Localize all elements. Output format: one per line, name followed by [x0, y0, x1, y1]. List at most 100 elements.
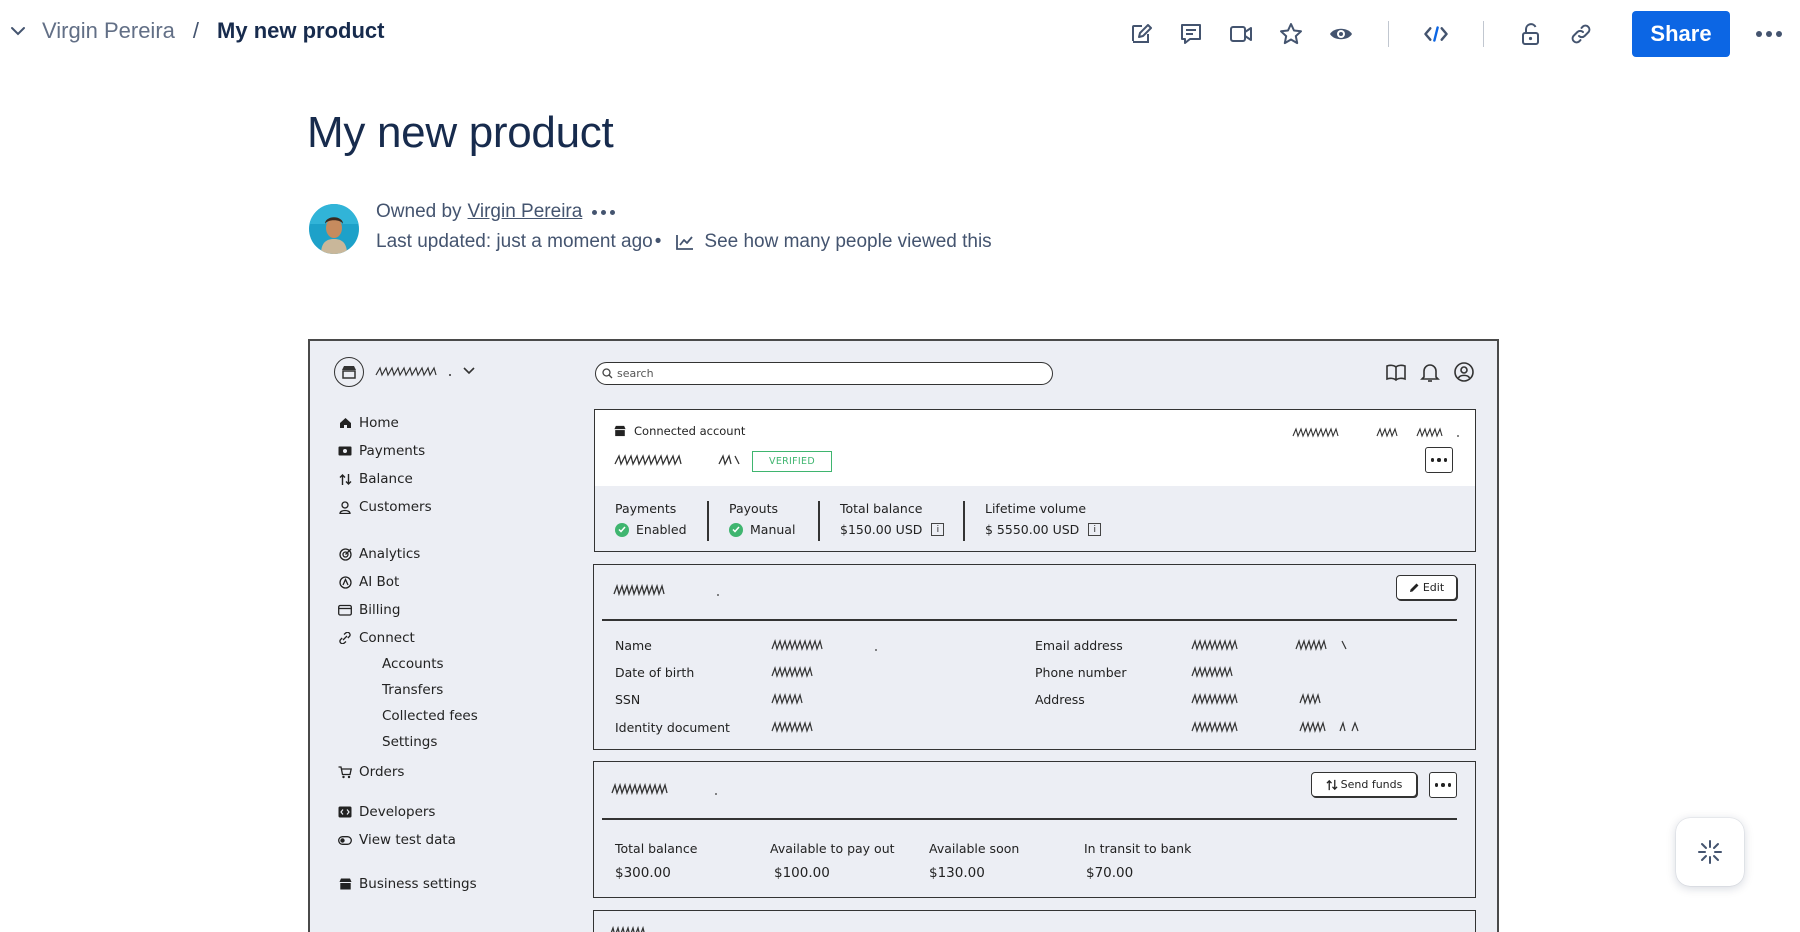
- comment-button[interactable]: [1166, 16, 1216, 52]
- watch-button[interactable]: [1316, 16, 1366, 52]
- nav-item-view-test-data: View test data: [338, 832, 456, 848]
- nav-sub-settings: Settings: [382, 734, 438, 750]
- wallet-icon: [338, 603, 352, 617]
- share-button[interactable]: Share: [1632, 11, 1730, 57]
- watch-icon: [1330, 28, 1352, 40]
- balance-total-label: Total balance: [615, 841, 698, 856]
- avatar[interactable]: [309, 204, 359, 254]
- nav-item-connect: Connect: [338, 630, 415, 646]
- nav-item-customers: Customers: [338, 499, 432, 515]
- stat-value: Manual: [750, 522, 796, 537]
- last-updated-text: Last updated: just a moment ago: [376, 231, 653, 252]
- breadcrumb-current[interactable]: My new product: [217, 18, 384, 44]
- search-placeholder: search: [617, 367, 654, 380]
- toolbar-divider: [1388, 21, 1389, 47]
- wireframe-search-input: search: [595, 362, 1053, 385]
- nav-item-payments: Payments: [338, 443, 425, 459]
- link-icon: [1571, 24, 1591, 44]
- owned-by-label: Owned by: [376, 201, 462, 222]
- stat-label: Lifetime volume: [985, 501, 1087, 516]
- more-actions-button[interactable]: [1738, 16, 1800, 52]
- embedded-wireframe-image[interactable]: search Home Payments Balance Customers A…: [308, 339, 1499, 932]
- page-views-link[interactable]: See how many people viewed this: [704, 231, 991, 253]
- restrictions-button[interactable]: [1506, 16, 1556, 52]
- balance-transit-value: $70.00: [1086, 865, 1134, 881]
- verified-badge: VERIFIED: [752, 451, 832, 472]
- home-icon: [338, 416, 352, 430]
- meta-bullet: •: [654, 231, 662, 252]
- developer-icon: [338, 805, 352, 819]
- nav-label: Billing: [359, 602, 401, 618]
- connect-link-icon: [338, 631, 352, 645]
- toolbar-divider: [1483, 21, 1484, 47]
- code-button[interactable]: [1411, 16, 1461, 52]
- owner-link[interactable]: Virgin Pereira: [468, 201, 583, 223]
- edit-button[interactable]: [1116, 16, 1166, 52]
- balance-more-button: [1429, 772, 1457, 798]
- nav-label: View test data: [359, 832, 456, 848]
- info-icon: i: [931, 523, 945, 536]
- scribble-section-title: [610, 925, 645, 932]
- card-title-text: Connected account: [634, 424, 746, 438]
- star-button[interactable]: [1266, 16, 1316, 52]
- stat-lifetime-volume: Lifetime volume $ 5550.00 USD i: [985, 501, 1102, 537]
- nav-label: Home: [359, 415, 399, 431]
- stat-value: $150.00 USD: [840, 522, 923, 537]
- breadcrumb-parent[interactable]: Virgin Pereira: [42, 18, 175, 44]
- video-button[interactable]: [1216, 16, 1266, 52]
- scribble-value: [1191, 638, 1347, 652]
- scribble-value: [1191, 692, 1321, 706]
- nav-item-orders: Orders: [338, 764, 404, 780]
- ai-assistant-button[interactable]: [1676, 818, 1744, 886]
- scribble-value: [1191, 720, 1359, 734]
- send-funds-button: Send funds: [1311, 772, 1417, 797]
- ai-sparkle-icon: [1698, 840, 1722, 864]
- stat-divider: [963, 501, 965, 541]
- stat-total-balance: Total balance $150.00 USD i: [840, 501, 945, 537]
- top-bar: Virgin Pereira / My new product Share: [0, 0, 1800, 68]
- search-icon: [602, 368, 613, 379]
- star-icon: [1280, 23, 1302, 45]
- edit-icon: [1132, 24, 1152, 43]
- balance-available-value: $100.00: [774, 865, 830, 881]
- cart-icon: [338, 765, 352, 779]
- stat-divider: [818, 501, 820, 541]
- page-toolbar: Share: [1116, 11, 1800, 57]
- avatar-image: [309, 204, 359, 254]
- book-icon: [1385, 361, 1407, 383]
- nav-label: Business settings: [359, 876, 477, 892]
- page-title[interactable]: My new product: [307, 108, 614, 158]
- balance-available-label: Available to pay out: [770, 841, 895, 856]
- stat-value: $ 5550.00 USD: [985, 522, 1080, 537]
- wireframe-top-icons: [1385, 361, 1475, 383]
- field-label-identity: Identity document: [615, 720, 730, 735]
- card-divider: [602, 619, 1457, 621]
- chevron-down-icon[interactable]: [8, 21, 28, 41]
- connected-account-card: Connected account VERIFIED Payments Enab…: [594, 409, 1476, 552]
- ai-bot-icon: [338, 575, 352, 589]
- nav-label: Balance: [359, 471, 413, 487]
- nav-item-business-settings: Business settings: [338, 876, 477, 892]
- nav-item-analytics: Analytics: [338, 546, 420, 562]
- account-details-card: Edit Name Date of birth SSN Identity doc…: [593, 564, 1476, 750]
- button-label: Send funds: [1340, 778, 1403, 791]
- field-label-address: Address: [1035, 692, 1085, 707]
- stat-label: Payments: [615, 501, 677, 516]
- transfer-arrows-icon: [338, 472, 352, 486]
- field-label-ssn: SSN: [615, 692, 641, 707]
- copy-link-button[interactable]: [1556, 16, 1606, 52]
- nav-label: Developers: [359, 804, 436, 820]
- store-logo-icon: [334, 357, 364, 387]
- connected-account-title: Connected account: [614, 424, 745, 438]
- owner-more-button[interactable]: [592, 209, 616, 215]
- info-icon: i: [1088, 523, 1102, 536]
- stat-label: Total balance: [840, 501, 923, 516]
- scribble-account-name: [375, 366, 451, 377]
- scribble-section-title: [611, 782, 717, 796]
- nav-label: Connect: [359, 630, 415, 646]
- scribble-account-id: [1292, 427, 1459, 438]
- stat-label: Payouts: [729, 501, 779, 516]
- nav-item-balance: Balance: [338, 471, 413, 487]
- balance-soon-label: Available soon: [929, 841, 1020, 856]
- scribble-value: [771, 692, 803, 706]
